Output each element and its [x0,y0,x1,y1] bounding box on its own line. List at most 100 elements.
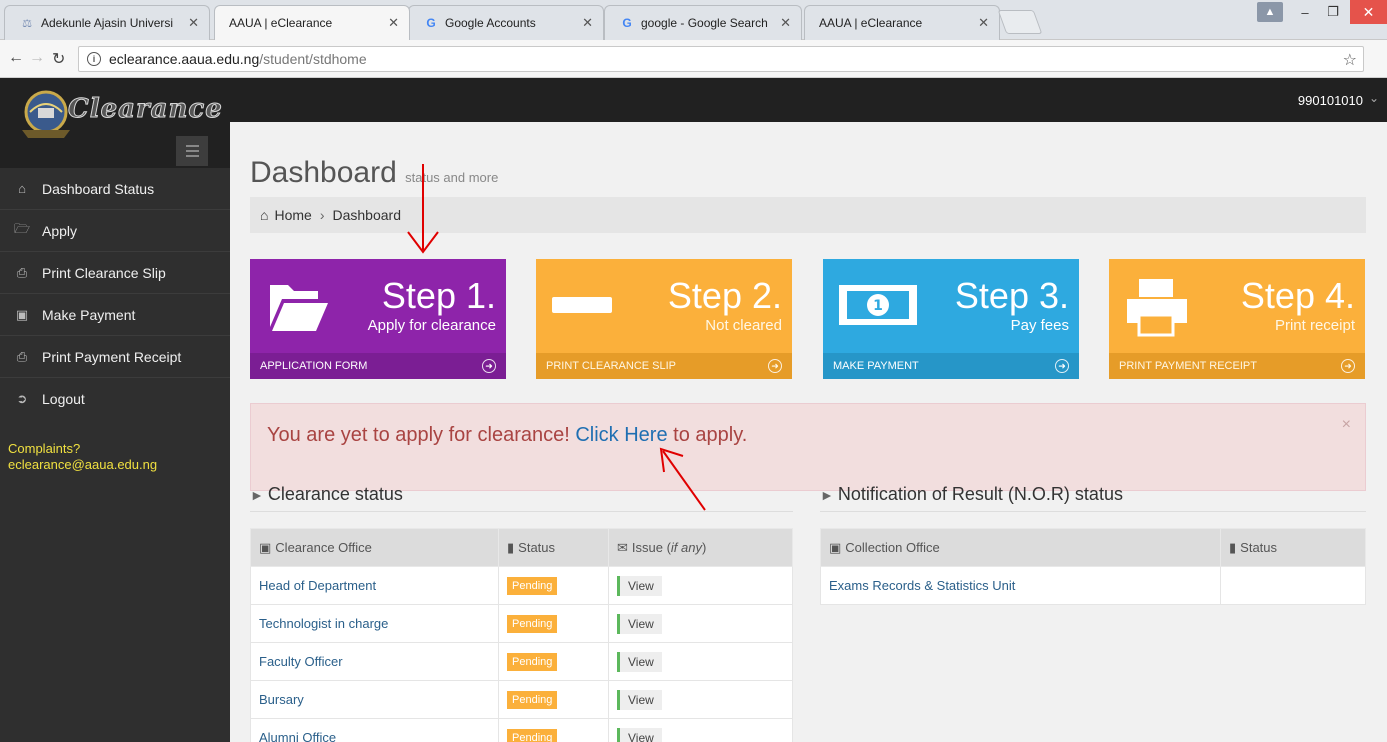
step-3-tile[interactable]: 1 Step 3. Pay fees MAKE PAYMENT ➜ [823,259,1079,379]
column-header-issue: ✉ Issue (if any) [608,528,793,567]
menu-toggle-button[interactable] [176,136,208,166]
status-badge: Pending [507,728,558,742]
view-button[interactable]: View [617,689,662,710]
issue-cell: View [608,642,793,681]
nor-status-table: ▣ Collection Office ▮ Status Exams Records… [820,528,1366,605]
sidebar-item-apply[interactable]: 🗁 Apply [0,210,230,252]
table-row: Alumni Office Pending View [250,718,793,742]
step-2-tile[interactable]: Step 2. Not cleared PRINT CLEARANCE SLIP… [536,259,792,379]
tab-close-icon[interactable]: ✕ [978,15,989,31]
complaints-block: Complaints? eclearance@aaua.edu.ng [8,441,157,473]
url-input[interactable]: i eclearance.aaua.edu.ng/student/stdhome… [78,46,1364,72]
view-button[interactable]: View [617,651,662,672]
click-here-link[interactable]: Click Here [575,424,667,446]
sidebar-item-label: Apply [42,222,78,239]
reload-icon[interactable]: ↻ [52,49,65,69]
status-cell: Pending [498,642,609,681]
complaints-label: Complaints? [8,441,81,456]
info-icon[interactable]: i [87,52,101,66]
status-cell [1220,566,1366,605]
view-button[interactable]: View [617,575,662,596]
chevron-down-icon[interactable]: ⌄ [1369,91,1379,105]
print-icon: ⎙ [16,348,28,364]
logo[interactable]: Clearance [0,78,230,168]
tab-close-icon[interactable]: ✕ [188,15,199,31]
folder-open-icon [270,285,328,331]
page-title-text: Dashboard [250,156,397,189]
tab-title: Google Accounts [445,16,536,30]
column-header-status: ▮ Status [1220,528,1366,567]
step-title: Step 2. [667,275,782,316]
column-header-status: ▮ Status [498,528,609,567]
maximize-icon[interactable]: ❐ [1320,0,1346,24]
tab-close-icon[interactable]: ✕ [388,15,399,31]
sidebar-item-label: Dashboard Status [42,180,155,197]
clearance-status-table: ▣ Clearance Office ▮ Status ✉ Issue (if any… [250,528,793,742]
step-title: Step 3. [954,275,1069,316]
tab-close-icon[interactable]: ✕ [780,15,791,31]
sidebar-item-print-clearance-slip[interactable]: ⎙ Print Clearance Slip [0,252,230,294]
view-button[interactable]: View [617,727,662,742]
browser-tab-3[interactable]: G google - Google Search ✕ [604,5,802,40]
step-1-tile[interactable]: Step 1. Apply for clearance APPLICATION … [250,259,506,379]
nor-status-heading: ► Notification of Result (N.O.R) status [820,484,1123,505]
bookmark-icon: ▮ [507,539,515,555]
new-tab-button[interactable] [997,10,1043,34]
tab-title: Adekunle Ajasin Universi [41,16,174,30]
browser-tab-2[interactable]: G Google Accounts ✕ [408,5,604,40]
svg-text:1: 1 [873,298,883,314]
sidebar-item-make-payment[interactable]: ▣ Make Payment [0,294,230,336]
complaints-email-link[interactable]: eclearance@aaua.edu.ng [8,457,157,473]
user-id-dropdown[interactable]: 990101010 [1298,93,1363,108]
logo-text: Clearance [68,94,223,125]
header-text: Collection Office [845,539,940,555]
tab-close-icon[interactable]: ✕ [582,15,593,31]
tab-title: google - Google Search [641,16,768,30]
bookmark-star-icon[interactable]: ☆ [1343,50,1357,70]
university-favicon-icon: ⚖ [22,17,32,30]
step-4-tile[interactable]: Step 4. Print receipt PRINT PAYMENT RECE… [1109,259,1365,379]
money-icon: 1 [839,285,917,325]
page-title: Dashboard status and more [250,156,498,190]
browser-tab-4[interactable]: AAUA | eClearance ✕ [804,5,1000,40]
section-title-text: Notification of Result (N.O.R) status [837,484,1123,504]
print-icon [1127,279,1187,337]
envelope-icon: ✉ [617,539,628,555]
user-profile-icon[interactable]: ▲ [1257,2,1283,22]
print-payment-receipt-link[interactable]: PRINT PAYMENT RECEIPT ➜ [1109,353,1365,379]
browser-tab-1[interactable]: AAUA | eClearance ✕ [214,5,410,40]
sidebar-item-dashboard-status[interactable]: ⌂ Dashboard Status [0,168,230,210]
briefcase-icon: ▣ [829,539,842,555]
url-path: /student/stdhome [259,51,367,67]
alert-text-before: You are yet to apply for clearance! [267,424,576,446]
browser-tab-0[interactable]: ⚖ Adekunle Ajasin Universi ✕ [4,5,210,40]
sidebar-item-logout[interactable]: ➲ Logout [0,378,230,420]
tab-title: AAUA | eClearance [819,16,923,30]
forward-arrow-icon[interactable]: → [29,49,45,67]
table-row: Exams Records & Statistics Unit [820,566,1366,605]
issue-cell: View [608,680,793,719]
header-text: Status [518,539,556,555]
table-row: Technologist in charge Pending View [250,604,793,643]
view-button[interactable]: View [617,613,662,634]
print-clearance-slip-link[interactable]: PRINT CLEARANCE SLIP ➜ [536,353,792,379]
step-footer-label: MAKE PAYMENT [833,360,919,372]
make-payment-link[interactable]: MAKE PAYMENT ➜ [823,353,1079,379]
alert-close-icon[interactable]: × [1342,416,1351,434]
application-form-link[interactable]: APPLICATION FORM ➜ [250,353,506,379]
address-bar: ← → ↻ i eclearance.aaua.edu.ng/student/s… [0,40,1387,78]
google-favicon-icon: G [426,16,436,30]
main-content: Dashboard status and more ⌂ Home › Dashb… [230,122,1387,742]
status-badge: Pending [507,652,558,671]
breadcrumb-home-link[interactable]: Home [274,207,311,223]
url-host: eclearance.aaua.edu.ng [109,51,260,67]
column-header-office: ▣ Clearance Office [250,528,499,567]
sidebar-item-print-payment-receipt[interactable]: ⎙ Print Payment Receipt [0,336,230,378]
window-close-icon[interactable]: ✕ [1350,0,1387,24]
bookmark-icon: ▮ [1229,539,1237,555]
sidebar-nav: ⌂ Dashboard Status 🗁 Apply ⎙ Print Clear… [0,168,230,420]
back-arrow-icon[interactable]: ← [8,49,24,67]
step-footer-label: PRINT PAYMENT RECEIPT [1119,360,1257,372]
minimize-icon[interactable]: – [1292,0,1318,24]
clearance-status-heading: ► Clearance status [250,484,403,505]
